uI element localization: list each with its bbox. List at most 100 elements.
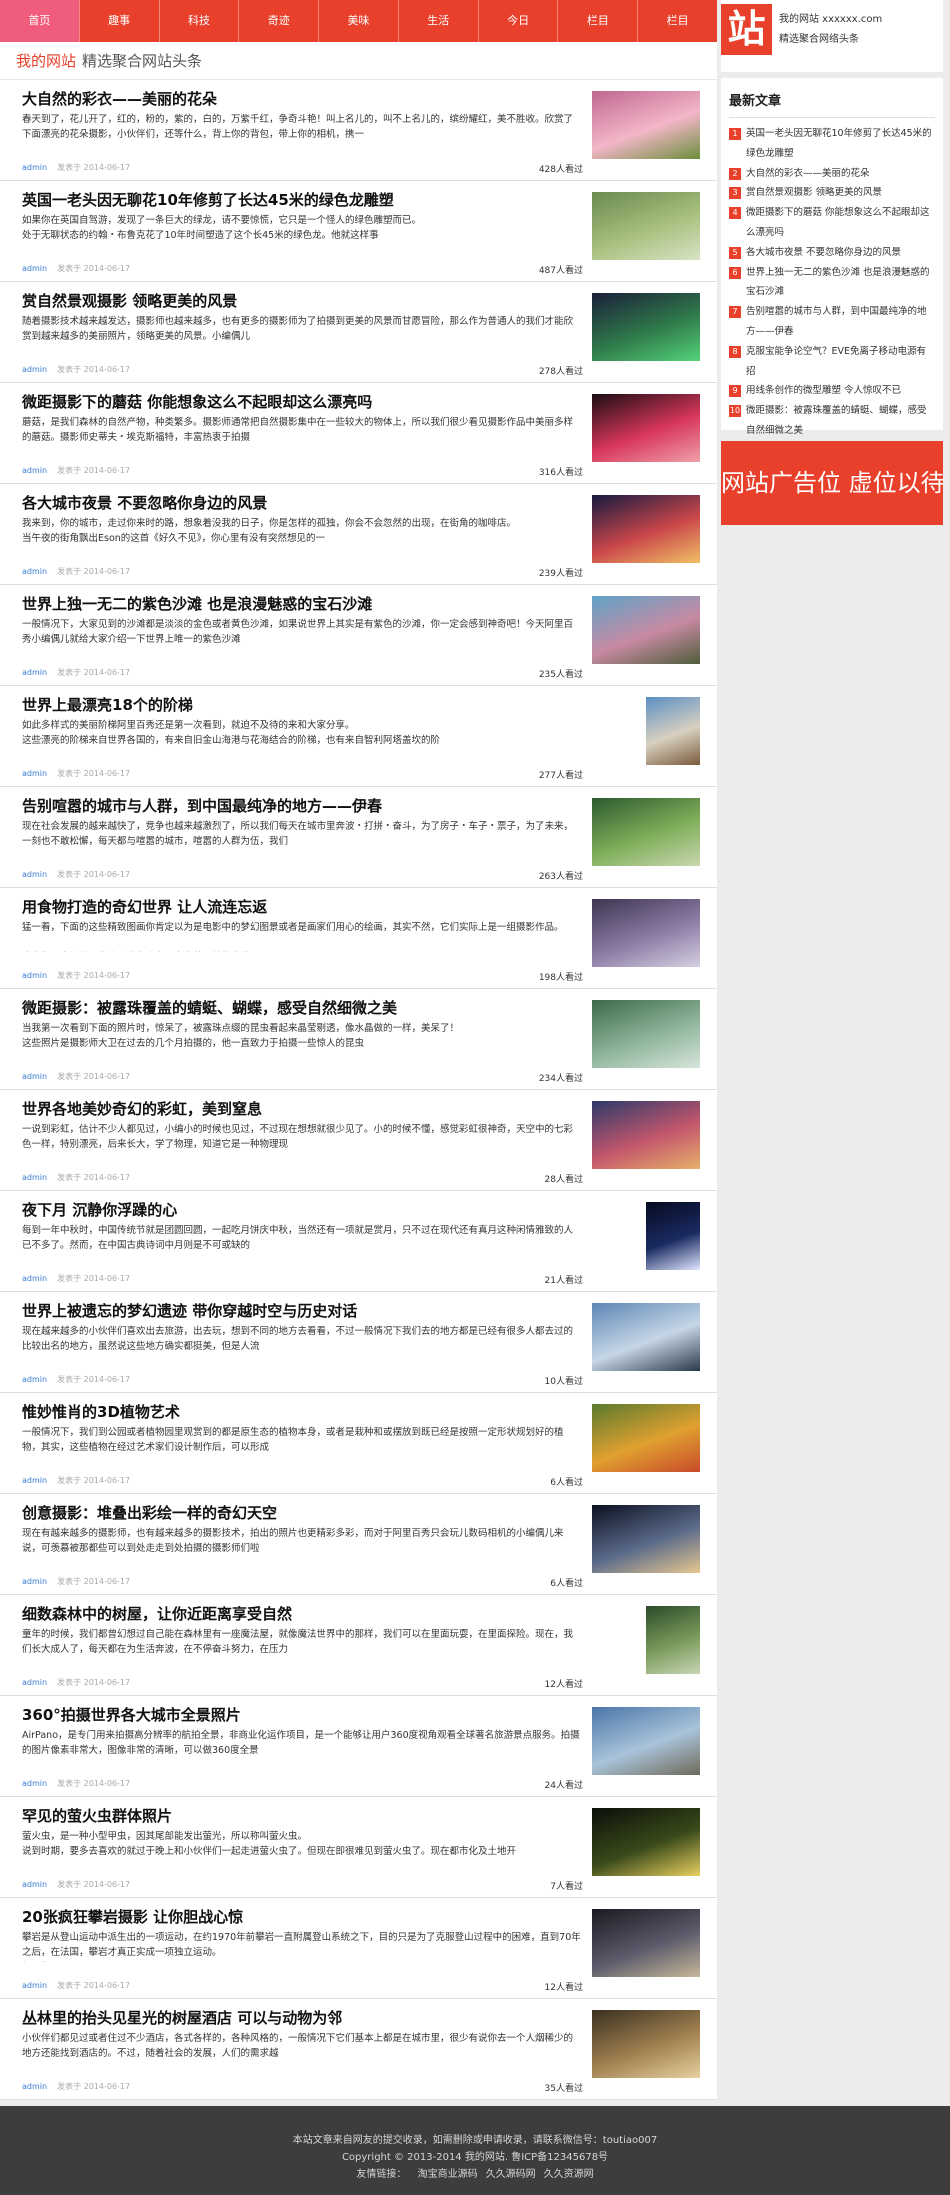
article-thumbnail[interactable] (592, 1000, 700, 1068)
nav-item[interactable]: 奇迹 (239, 0, 320, 42)
article-thumbnail[interactable] (592, 1101, 700, 1169)
article-title[interactable]: 各大城市夜景 不要忽略你身边的风景 (22, 494, 582, 513)
article-thumbnail[interactable] (592, 192, 700, 260)
article-thumbnail[interactable] (592, 2010, 700, 2078)
latest-article-item[interactable]: 4 微距摄影下的蘑菇 你能想象这么不起眼却这么漂亮吗 (729, 203, 935, 243)
latest-article-link[interactable]: 微距摄影：被露珠覆盖的蜻蜓、蝴蝶，感受自然细微之美 (746, 401, 935, 441)
article-title[interactable]: 夜下月 沉静你浮躁的心 (22, 1201, 582, 1220)
article-author[interactable]: admin (22, 466, 47, 475)
footer-link[interactable]: 淘宝商业源码 (418, 2169, 478, 2180)
article-title[interactable]: 世界上独一无二的紫色沙滩 也是浪漫魅惑的宝石沙滩 (22, 595, 582, 614)
article-title[interactable]: 世界各地美妙奇幻的彩虹，美到窒息 (22, 1100, 582, 1119)
article-author[interactable]: admin (22, 2082, 47, 2091)
article-title[interactable]: 用食物打造的奇幻世界 让人流连忘返 (22, 898, 582, 917)
nav-item[interactable]: 栏目 (638, 0, 717, 42)
article-author[interactable]: admin (22, 1779, 47, 1788)
footer-link[interactable]: 久久资源网 (544, 2169, 594, 2180)
latest-article-item[interactable]: 6 世界上独一无二的紫色沙滩 也是浪漫魅惑的宝石沙滩 (729, 263, 935, 303)
article-author[interactable]: admin (22, 1678, 47, 1687)
latest-article-link[interactable]: 大自然的彩衣——美丽的花朵 (746, 164, 935, 184)
article-author[interactable]: admin (22, 1375, 47, 1384)
article-title[interactable]: 丛林里的抬头见星光的树屋酒店 可以与动物为邻 (22, 2009, 582, 2028)
article-meta: admin 发表于 2014-06-17 (22, 667, 130, 678)
article-title[interactable]: 罕见的萤火虫群体照片 (22, 1807, 582, 1826)
article-thumbnail[interactable] (646, 1606, 700, 1674)
article-author[interactable]: admin (22, 1981, 47, 1990)
article-title[interactable]: 世界上最漂亮18个的阶梯 (22, 696, 582, 715)
latest-article-item[interactable]: 5 各大城市夜景 不要忽略你身边的风景 (729, 243, 935, 263)
article-author[interactable]: admin (22, 870, 47, 879)
article-author[interactable]: admin (22, 567, 47, 576)
article-views: 10人看过 (544, 1377, 583, 1387)
nav-item[interactable]: 科技 (160, 0, 240, 42)
latest-article-link[interactable]: 克服宝能争论空气？EVE免离子移动电源有招 (746, 342, 935, 382)
latest-article-item[interactable]: 7 告别喧嚣的城市与人群，到中国最纯净的地方——伊春 (729, 302, 935, 342)
latest-article-item[interactable]: 3 赏自然景观摄影 领略更美的风景 (729, 183, 935, 203)
latest-article-item[interactable]: 2 大自然的彩衣——美丽的花朵 (729, 164, 935, 184)
article-title[interactable]: 微距摄影：被露珠覆盖的蜻蜓、蝴蝶，感受自然细微之美 (22, 999, 582, 1018)
article-thumbnail[interactable] (592, 91, 700, 159)
article-views: 7人看过 (550, 1882, 583, 1892)
article-title[interactable]: 微距摄影下的蘑菇 你能想象这么不起眼却这么漂亮吗 (22, 393, 582, 412)
article-author[interactable]: admin (22, 1476, 47, 1485)
nav-item[interactable]: 今日 (479, 0, 559, 42)
article-date: 发表于 2014-06-17 (57, 1173, 131, 1182)
latest-article-link[interactable]: 赏自然景观摄影 领略更美的风景 (746, 183, 935, 203)
article-thumbnail[interactable] (592, 1404, 700, 1472)
article-title[interactable]: 360°拍摄世界各大城市全景照片 (22, 1706, 582, 1725)
article-title[interactable]: 世界上被遗忘的梦幻遗迹 带你穿越时空与历史对话 (22, 1302, 582, 1321)
article-thumbnail[interactable] (592, 394, 700, 462)
latest-article-link[interactable]: 微距摄影下的蘑菇 你能想象这么不起眼却这么漂亮吗 (746, 203, 935, 243)
rank-badge: 7 (729, 306, 741, 319)
site-logo[interactable]: 站 (721, 4, 772, 55)
article-title[interactable]: 惟妙惟肖的3D植物艺术 (22, 1403, 582, 1422)
article-title[interactable]: 大自然的彩衣——美丽的花朵 (22, 90, 582, 109)
latest-article-link[interactable]: 英国一老头因无聊花10年修剪了长达45米的绿色龙雕塑 (746, 124, 935, 164)
article-author[interactable]: admin (22, 971, 47, 980)
article-title[interactable]: 细数森林中的树屋，让你近距离享受自然 (22, 1605, 582, 1624)
latest-article-item[interactable]: 9 用线条创作的微型雕塑 令人惊叹不已 (729, 381, 935, 401)
ad-banner[interactable]: 网站广告位 虚位以待 (721, 441, 943, 525)
article-thumbnail[interactable] (592, 1808, 700, 1876)
latest-article-link[interactable]: 用线条创作的微型雕塑 令人惊叹不已 (746, 381, 935, 401)
breadcrumb-site-link[interactable]: 我的网站 (16, 50, 76, 71)
article-thumbnail[interactable] (592, 1303, 700, 1371)
article-author[interactable]: admin (22, 769, 47, 778)
article-author[interactable]: admin (22, 1880, 47, 1889)
latest-article-link[interactable]: 告别喧嚣的城市与人群，到中国最纯净的地方——伊春 (746, 302, 935, 342)
latest-article-item[interactable]: 1 英国一老头因无聊花10年修剪了长达45米的绿色龙雕塑 (729, 124, 935, 164)
latest-article-link[interactable]: 世界上独一无二的紫色沙滩 也是浪漫魅惑的宝石沙滩 (746, 263, 935, 303)
nav-item[interactable]: 首页 (0, 0, 80, 42)
nav-item[interactable]: 生活 (399, 0, 479, 42)
article-thumbnail[interactable] (592, 1707, 700, 1775)
latest-article-link[interactable]: 各大城市夜景 不要忽略你身边的风景 (746, 243, 935, 263)
article-author[interactable]: admin (22, 365, 47, 374)
article-thumbnail[interactable] (592, 899, 700, 967)
nav-item[interactable]: 趣事 (80, 0, 160, 42)
article-author[interactable]: admin (22, 264, 47, 273)
latest-article-item[interactable]: 8 克服宝能争论空气？EVE免离子移动电源有招 (729, 342, 935, 382)
article-thumbnail[interactable] (646, 1202, 700, 1270)
article-title[interactable]: 英国一老头因无聊花10年修剪了长达45米的绿色龙雕塑 (22, 191, 582, 210)
article-author[interactable]: admin (22, 163, 47, 172)
article-author[interactable]: admin (22, 668, 47, 677)
article-author[interactable]: admin (22, 1577, 47, 1586)
article-title[interactable]: 告别喧嚣的城市与人群，到中国最纯净的地方——伊春 (22, 797, 582, 816)
nav-item[interactable]: 美味 (319, 0, 399, 42)
article-author[interactable]: admin (22, 1274, 47, 1283)
article-title[interactable]: 20张疯狂攀岩摄影 让你胆战心惊 (22, 1908, 582, 1927)
article-thumbnail[interactable] (646, 697, 700, 765)
article-title[interactable]: 赏自然景观摄影 领略更美的风景 (22, 292, 582, 311)
article-thumbnail[interactable] (592, 1909, 700, 1977)
article-thumbnail[interactable] (592, 798, 700, 866)
article-author[interactable]: admin (22, 1173, 47, 1182)
article-thumbnail[interactable] (592, 495, 700, 563)
footer-link[interactable]: 久久源码网 (486, 2169, 536, 2180)
article-title[interactable]: 创意摄影：堆叠出彩绘一样的奇幻天空 (22, 1504, 582, 1523)
article-thumbnail[interactable] (592, 293, 700, 361)
article-thumbnail[interactable] (592, 596, 700, 664)
article-thumbnail[interactable] (592, 1505, 700, 1573)
nav-item[interactable]: 栏目 (558, 0, 639, 42)
latest-article-item[interactable]: 10 微距摄影：被露珠覆盖的蜻蜓、蝴蝶，感受自然细微之美 (729, 401, 935, 441)
article-author[interactable]: admin (22, 1072, 47, 1081)
